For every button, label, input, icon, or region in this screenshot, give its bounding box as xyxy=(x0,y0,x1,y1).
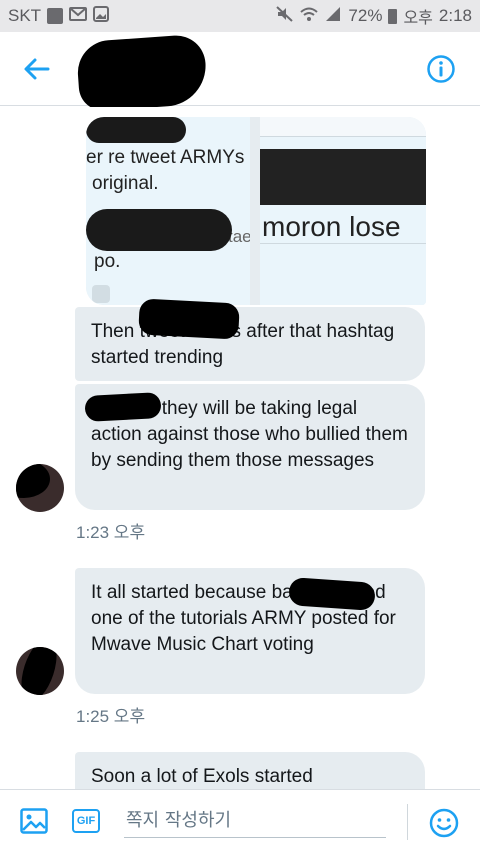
redaction-mark xyxy=(288,577,376,611)
message-bubble[interactable]: Then tweeted this after that hashtag sta… xyxy=(75,298,425,381)
message-timestamp: 1:25 오후 xyxy=(76,707,146,726)
gif-button[interactable]: GIF xyxy=(72,809,100,833)
image-attachment[interactable]: er re tweet ARMYs original. tae po. moro… xyxy=(86,117,426,305)
redaction-mark xyxy=(138,298,240,340)
redaction-mark xyxy=(84,392,162,422)
message-input[interactable] xyxy=(124,804,386,838)
mute-icon xyxy=(276,5,294,27)
image-text-line: moron lose xyxy=(262,211,401,242)
battery-percent: 72% xyxy=(348,6,383,25)
redaction-mark xyxy=(86,209,232,251)
message-bubble[interactable]: bal said they will be taking legal actio… xyxy=(75,384,425,510)
avatar[interactable] xyxy=(16,647,64,695)
signal-icon xyxy=(324,6,342,27)
message-composer: GIF xyxy=(0,789,480,853)
battery-icon xyxy=(388,8,398,24)
alert-icon xyxy=(47,8,64,24)
gallery-icon xyxy=(93,5,110,27)
wifi-icon xyxy=(300,6,319,27)
image-text-line: er re tweet ARMYs xyxy=(86,147,245,168)
emoji-icon[interactable] xyxy=(429,808,459,838)
emoji-icon xyxy=(92,285,110,303)
message-timestamp: 1:23 오후 xyxy=(76,523,146,542)
clock-ampm: 오후 xyxy=(403,8,433,27)
status-bar: SKT 72% 오후 2:18 xyxy=(0,0,480,32)
conversation-header: sm xyxy=(0,32,480,113)
back-arrow-icon[interactable] xyxy=(22,54,52,84)
redaction-mark xyxy=(75,33,209,113)
image-strip xyxy=(260,243,426,305)
redaction-mark xyxy=(16,647,64,695)
message-thread[interactable]: er re tweet ARMYs original. tae po. moro… xyxy=(0,107,480,789)
clock-time: 2:18 xyxy=(438,6,472,25)
redaction-mark xyxy=(86,117,186,143)
message-bubble[interactable]: It all started because bal retweeted one… xyxy=(75,568,425,694)
mail-icon xyxy=(69,6,88,26)
image-text-line: po. xyxy=(94,251,121,272)
attached-image-right[interactable]: moron lose xyxy=(260,117,426,305)
attached-image-left[interactable]: er re tweet ARMYs original. tae po. xyxy=(86,117,250,305)
message-text: Then tweeted this after that hashtag sta… xyxy=(91,321,395,368)
redaction-mark xyxy=(260,149,426,205)
message-text: Soon a lot of Exols started xyxy=(91,766,313,787)
image-icon[interactable] xyxy=(20,808,48,834)
divider xyxy=(407,804,408,840)
redaction-mark xyxy=(16,464,50,498)
image-text-line: original. xyxy=(92,173,159,194)
carrier-label: SKT xyxy=(8,6,42,25)
avatar[interactable] xyxy=(16,464,64,512)
image-strip xyxy=(260,117,426,137)
message-bubble[interactable]: Soon a lot of Exols started xyxy=(75,752,425,789)
info-icon[interactable] xyxy=(426,54,456,84)
